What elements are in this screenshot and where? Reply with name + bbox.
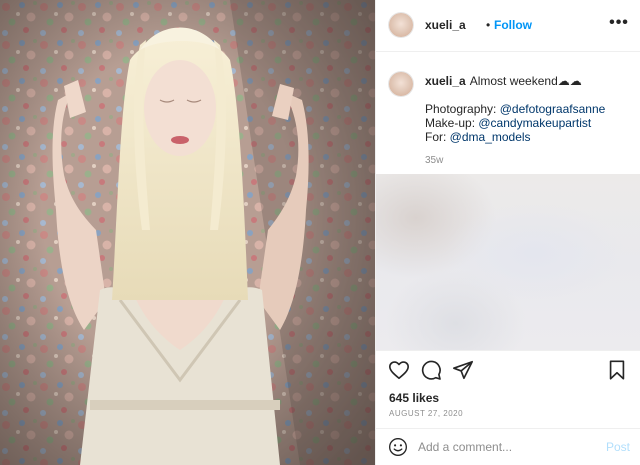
heart-icon[interactable]: [388, 359, 410, 381]
mention-link[interactable]: @dma_models: [450, 130, 531, 144]
post-header: xueli_a • Follow •••: [376, 0, 640, 52]
mention-link[interactable]: @candymakeupartist: [478, 116, 591, 130]
caption-prefix: Photography:: [425, 102, 500, 116]
separator-dot: •: [486, 18, 491, 32]
photo-illustration: [0, 0, 375, 465]
post-comment-button[interactable]: Post: [606, 440, 630, 454]
post-date[interactable]: AUGUST 27, 2020: [389, 409, 463, 418]
caption-photography-line: Photography: @defotograafsanne: [425, 102, 605, 116]
comment-bar: Post: [376, 428, 640, 465]
header-username[interactable]: xueli_a: [425, 18, 466, 32]
caption-prefix: Make-up:: [425, 116, 479, 130]
emoji-icon[interactable]: [388, 437, 408, 457]
comment-input[interactable]: [418, 438, 588, 456]
comment-icon[interactable]: [420, 359, 442, 381]
more-options-icon[interactable]: •••: [608, 14, 630, 34]
post-modal: xueli_a • Follow ••• xueli_a Almost weeke…: [0, 0, 640, 465]
action-bar: [376, 350, 640, 390]
caption-username[interactable]: xueli_a: [425, 74, 466, 88]
follow-button[interactable]: Follow: [494, 18, 532, 32]
caption-text: Almost weekend☁☁: [469, 74, 582, 88]
caption-first-line: xueli_a Almost weekend☁☁: [425, 74, 582, 88]
mention-link[interactable]: @defotograafsanne: [500, 102, 606, 116]
caption-avatar[interactable]: [389, 72, 413, 96]
caption-for-line: For: @dma_models: [425, 130, 531, 144]
caption-makeup-line: Make-up: @candymakeupartist: [425, 116, 591, 130]
post-photo[interactable]: [0, 0, 375, 465]
share-icon[interactable]: [452, 359, 474, 381]
bookmark-icon[interactable]: [606, 359, 628, 381]
avatar[interactable]: [389, 13, 413, 37]
likes-count[interactable]: 645 likes: [389, 391, 439, 405]
caption-timestamp[interactable]: 35w: [425, 155, 443, 166]
caption-prefix: For:: [425, 130, 450, 144]
comments-area-blurred: [376, 174, 640, 350]
post-sidebar: xueli_a • Follow ••• xueli_a Almost weeke…: [375, 0, 640, 465]
